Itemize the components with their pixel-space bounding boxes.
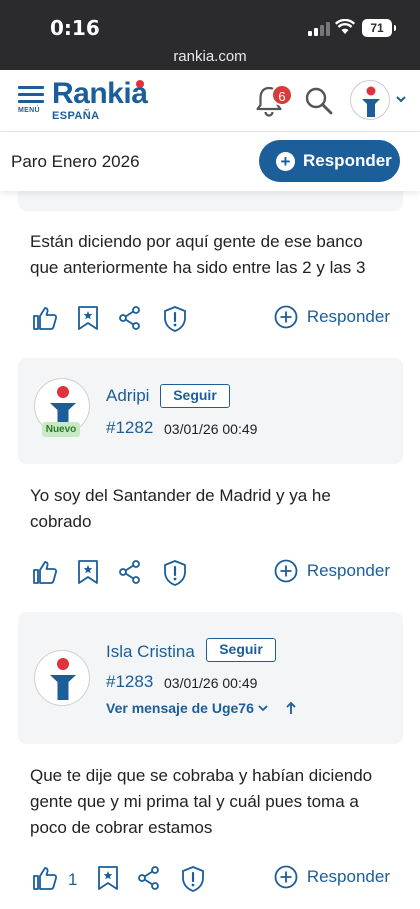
rankia-logo[interactable]: Rankia ESPAÑA <box>52 77 148 123</box>
signal-icon <box>308 22 330 36</box>
post-number[interactable]: #1283 <box>106 672 153 692</box>
report-shield-icon[interactable] <box>162 305 188 333</box>
author-avatar[interactable] <box>34 650 90 706</box>
follow-button[interactable]: Seguir <box>206 638 276 662</box>
post-actions: 1 Responder <box>30 865 390 895</box>
new-user-badge: Nuevo <box>42 422 80 437</box>
bookmark-icon[interactable] <box>96 865 120 891</box>
battery-icon: 71 <box>362 19 396 37</box>
post-message: Yo soy del Santander de Madrid y ya he c… <box>30 486 331 531</box>
report-shield-icon[interactable] <box>162 559 188 587</box>
post-message: Que te dije que se cobraba y habían dici… <box>30 766 373 837</box>
quoted-message-link[interactable]: Ver mensaje de Uge76 <box>106 700 297 716</box>
author-name[interactable]: Adripi <box>106 386 149 406</box>
like-count: 1 <box>68 870 78 889</box>
status-time: 0:16 <box>50 16 100 40</box>
bookmark-icon[interactable] <box>76 559 100 585</box>
search-icon[interactable] <box>304 86 334 116</box>
reply-button[interactable]: + Responder <box>259 140 400 182</box>
logo-dot <box>136 80 144 88</box>
author-name[interactable]: Isla Cristina <box>106 642 195 662</box>
quoted-message-label: Ver mensaje de Uge76 <box>106 700 254 716</box>
follow-button[interactable]: Seguir <box>160 384 230 408</box>
share-icon[interactable] <box>118 559 142 585</box>
share-icon[interactable] <box>118 305 142 331</box>
thumbs-up-icon[interactable] <box>32 305 58 331</box>
notification-badge: 6 <box>271 84 293 106</box>
report-shield-icon[interactable] <box>180 865 206 893</box>
status-bar: 0:16 71 rankia.com <box>0 0 420 70</box>
reply-plus-icon <box>274 865 298 889</box>
post-reply-link[interactable]: Responder <box>274 305 390 329</box>
post-date: 03/01/26 00:49 <box>164 675 258 691</box>
plus-icon: + <box>276 151 295 171</box>
post-author-card: Isla Cristina Seguir #1283 03/01/26 00:4… <box>18 612 403 744</box>
thread-content: Están diciendo por aquí gente de ese ban… <box>0 191 420 909</box>
arrow-up-icon[interactable] <box>285 701 297 715</box>
post-author-card: Nuevo Adripi Seguir #1282 03/01/26 00:49 <box>18 358 403 464</box>
topic-title: Paro Enero 2026 <box>11 152 140 171</box>
topic-bar: Paro Enero 2026 + Responder <box>0 133 420 191</box>
reply-plus-icon <box>274 305 298 329</box>
menu-button[interactable]: MENÚ <box>18 86 44 114</box>
chevron-down-icon <box>258 705 268 712</box>
bookmark-icon[interactable] <box>76 305 100 331</box>
logo-country: ESPAÑA <box>52 110 100 122</box>
post-message: Están diciendo por aquí gente de ese ban… <box>30 232 366 277</box>
share-icon[interactable] <box>137 865 161 891</box>
post-number[interactable]: #1282 <box>106 418 153 438</box>
post-reply-label: Responder <box>306 561 390 580</box>
post-date: 03/01/26 00:49 <box>164 421 258 437</box>
wifi-icon <box>335 19 355 34</box>
reply-plus-icon <box>274 559 298 583</box>
reply-button-label: Responder <box>303 151 392 170</box>
user-avatar[interactable] <box>350 80 390 120</box>
post-actions: Responder <box>30 305 390 335</box>
post-reply-link[interactable]: Responder <box>274 559 390 583</box>
thumbs-up-icon[interactable] <box>32 559 58 585</box>
logo-text: Rankia <box>52 77 148 110</box>
post-actions: Responder <box>30 559 390 589</box>
menu-label: MENÚ <box>18 107 40 114</box>
thumbs-up-icon[interactable] <box>32 865 58 891</box>
previous-post-card <box>18 191 403 211</box>
site-header: MENÚ Rankia ESPAÑA 6 <box>0 70 420 132</box>
url-bar[interactable]: rankia.com <box>0 48 420 65</box>
post-reply-label: Responder <box>306 307 390 326</box>
post-reply-link[interactable]: Responder <box>274 865 390 889</box>
chevron-down-icon[interactable] <box>395 94 407 104</box>
post-reply-label: Responder <box>306 867 390 886</box>
